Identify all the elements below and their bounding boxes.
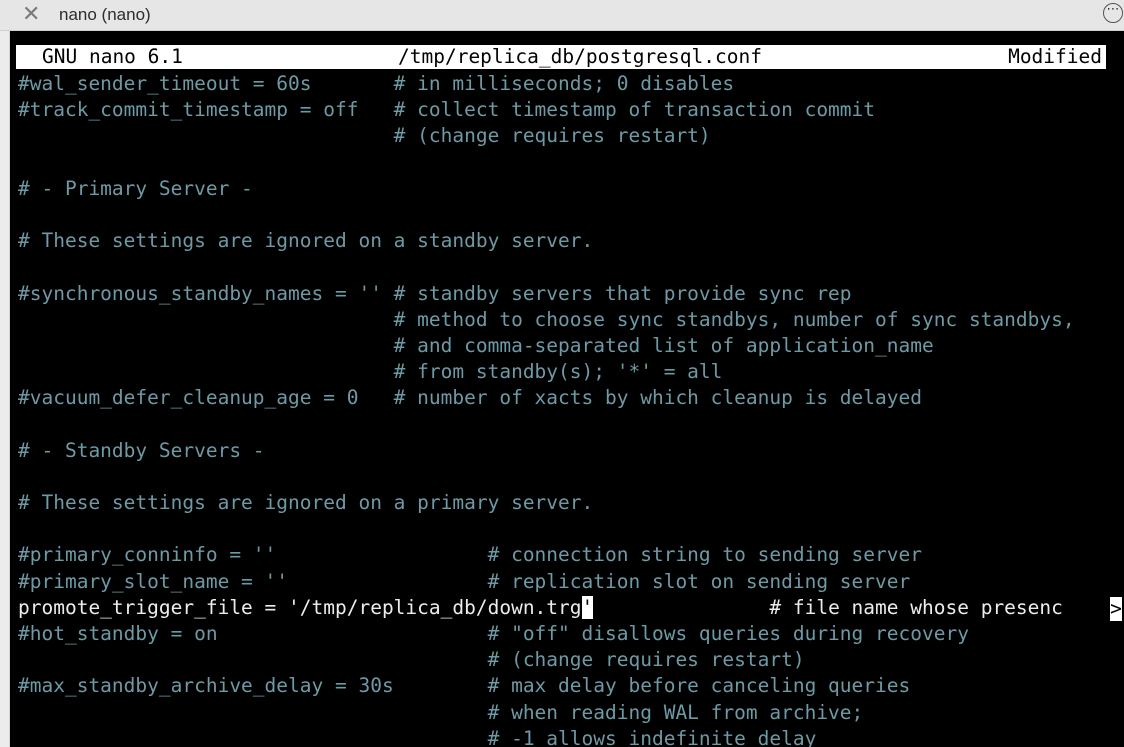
editor-line[interactable] [18, 516, 1075, 542]
editor-line[interactable]: # - Standby Servers - [18, 438, 1075, 464]
editor-line-text: #primary_slot_name = '' # replication sl… [18, 569, 911, 593]
editor-line[interactable] [18, 254, 1075, 280]
editor-line-text: #primary_conninfo = '' # connection stri… [18, 543, 922, 567]
editor-line-text: #max_standby_archive_delay = 30s # max d… [18, 674, 911, 698]
window-left-edge [0, 31, 10, 747]
editor-line-text-after-cursor: # file name whose presenc [593, 595, 1063, 619]
editor-line[interactable]: #primary_slot_name = '' # replication sl… [18, 569, 1075, 595]
editor-line-text: # -1 allows indefinite delay [18, 726, 817, 747]
editor-line[interactable] [18, 411, 1075, 437]
editor-buffer[interactable]: #wal_sender_timeout = 60s # in milliseco… [18, 71, 1075, 747]
editor-line[interactable]: # and comma-separated list of applicatio… [18, 333, 1075, 359]
editor-line-text: # from standby(s); '*' = all [18, 360, 723, 384]
nano-header-bar: GNU nano 6.1 /tmp/replica_db/postgresql.… [16, 45, 1106, 69]
editor-line-text: #synchronous_standby_names = '' # standb… [18, 281, 852, 305]
editor-line-text: # and comma-separated list of applicatio… [18, 333, 934, 357]
editor-line-text: # These settings are ignored on a primar… [18, 491, 594, 514]
editor-line[interactable]: # - Primary Server - [18, 176, 1075, 202]
editor-line[interactable]: # when reading WAL from archive; [18, 700, 1075, 726]
nano-modified-status: Modified [1008, 45, 1102, 68]
editor-line-text: # (change requires restart) [18, 124, 711, 148]
editor-line[interactable]: promote_trigger_file = '/tmp/replica_db/… [18, 595, 1075, 621]
editor-line[interactable]: # method to choose sync standbys, number… [18, 307, 1075, 333]
editor-line-text: # (change requires restart) [18, 648, 805, 672]
window-title: nano (nano) [59, 5, 151, 24]
editor-line[interactable] [18, 150, 1075, 176]
line-overflow-marker: > [1110, 597, 1122, 621]
editor-line[interactable]: # (change requires restart) [18, 123, 1075, 149]
editor-line-text: #wal_sender_timeout = 60s # in milliseco… [18, 72, 735, 95]
editor-line[interactable]: #hot_standby = on # "off" disallows quer… [18, 621, 1075, 647]
nano-version: GNU nano 6.1 [42, 45, 183, 68]
editor-line-text: # These settings are ignored on a standb… [18, 229, 594, 253]
editor-line[interactable] [18, 202, 1075, 228]
editor-line[interactable] [18, 464, 1075, 490]
editor-line-text: # - Primary Server - [18, 176, 253, 200]
editor-line-text: #track_commit_timestamp = off # collect … [18, 98, 876, 122]
window-titlebar: ✕ nano (nano) ⋯ [0, 0, 1124, 31]
editor-line[interactable]: # -1 allows indefinite delay [18, 726, 1075, 747]
editor-line[interactable]: #track_commit_timestamp = off # collect … [18, 97, 1075, 123]
editor-line[interactable]: #vacuum_defer_cleanup_age = 0 # number o… [18, 385, 1075, 411]
close-x-icon[interactable]: ✕ [22, 2, 40, 27]
editor-line[interactable]: #max_standby_archive_delay = 30s # max d… [18, 673, 1075, 699]
editor-line[interactable]: # from standby(s); '*' = all [18, 359, 1075, 385]
nano-filename: /tmp/replica_db/postgresql.conf [398, 45, 762, 68]
editor-line-text: #hot_standby = on # "off" disallows quer… [18, 621, 969, 645]
terminal-area[interactable]: GNU nano 6.1 /tmp/replica_db/postgresql.… [10, 31, 1124, 747]
editor-line[interactable]: #wal_sender_timeout = 60s # in milliseco… [18, 71, 1075, 97]
more-options-icon[interactable]: ⋯ [1103, 3, 1123, 23]
editor-line[interactable]: # These settings are ignored on a primar… [18, 490, 1075, 516]
editor-line-text: # when reading WAL from archive; [18, 700, 864, 724]
editor-line-text: # - Standby Servers - [18, 438, 265, 462]
editor-line[interactable]: # (change requires restart) [18, 647, 1075, 673]
editor-line-text: # method to choose sync standbys, number… [18, 307, 1075, 331]
text-cursor: ' [581, 595, 594, 619]
editor-line[interactable]: #synchronous_standby_names = '' # standb… [18, 281, 1075, 307]
editor-line[interactable]: # These settings are ignored on a standb… [18, 228, 1075, 254]
editor-line[interactable]: #primary_conninfo = '' # connection stri… [18, 542, 1075, 568]
editor-line-text: promote_trigger_file = '/tmp/replica_db/… [18, 595, 582, 619]
editor-line-text: #vacuum_defer_cleanup_age = 0 # number o… [18, 386, 922, 410]
